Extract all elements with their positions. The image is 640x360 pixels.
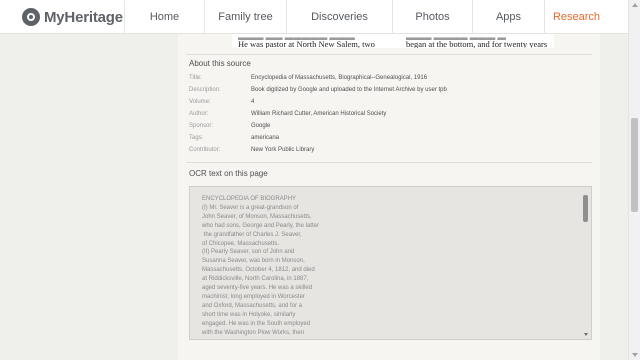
page-scrollbar[interactable] (628, 0, 640, 360)
logo-text: MyHeritage (44, 8, 123, 26)
source-details-panel: ▬▬▬ ▬▬ ▬▬▬▬▬ ▬▬▬ ▬▬▬ ▬▬▬▬ ▬▬▬ ▬ He was p… (178, 34, 600, 360)
meta-value: americana (251, 135, 280, 141)
nav-photos[interactable]: Photos (392, 0, 472, 34)
meta-value: 4 (251, 99, 255, 105)
divider-ocr (186, 162, 592, 163)
meta-key: Volume: (189, 99, 211, 105)
top-navigation-bar: MyHeritage Home Family tree Discoveries … (0, 0, 628, 34)
myheritage-logo[interactable]: MyHeritage (22, 8, 123, 26)
meta-value: Encyclopedia of Massachusetts, Biographi… (251, 75, 428, 81)
main-nav: Home Family tree Discoveries Photos Apps… (124, 0, 608, 34)
meta-value: New York Public Library (251, 147, 315, 153)
scroll-down-icon[interactable] (632, 353, 638, 357)
nav-apps[interactable]: Apps (472, 0, 544, 34)
ocr-scroll-down-icon[interactable] (584, 333, 588, 336)
ocr-scrollbar-thumb[interactable] (583, 195, 588, 222)
page-scrollbar-thumb[interactable] (631, 118, 638, 212)
meta-value: Book digitized by Google and uploaded to… (251, 87, 447, 93)
divider-top (186, 54, 592, 55)
nav-home[interactable]: Home (124, 0, 204, 34)
meta-value: William Richard Cutter, American Histori… (251, 111, 387, 117)
myheritage-logo-icon (22, 8, 40, 26)
ocr-heading: OCR text on this page (189, 169, 268, 178)
meta-key: Title: (189, 75, 202, 81)
scroll-up-icon[interactable] (632, 3, 638, 7)
nav-discoveries[interactable]: Discoveries (286, 0, 392, 34)
meta-key: Tags: (189, 135, 204, 141)
ocr-text-area[interactable]: ENCYCLOPEDIA OF BIOGRAPHY (I) Mr. Seaver… (189, 186, 592, 340)
meta-key: Sponsor: (189, 123, 214, 129)
nav-family-tree[interactable]: Family tree (204, 0, 286, 34)
meta-key: Description: (189, 87, 221, 93)
meta-key: Author: (189, 111, 209, 117)
meta-key: Contributor: (189, 147, 221, 153)
nav-research[interactable]: Research (544, 0, 608, 34)
document-image-preview: ▬▬▬ ▬▬ ▬▬▬▬▬ ▬▬▬ ▬▬▬ ▬▬▬▬ ▬▬▬ ▬ He was p… (232, 34, 554, 48)
about-source-heading: About this source (189, 59, 251, 68)
meta-value: Google (251, 123, 271, 129)
document-line-b1: began at the bottom, and for twenty year… (406, 39, 548, 48)
document-line-a1: He was pastor at North New Salem, two (238, 39, 375, 48)
ocr-text: ENCYCLOPEDIA OF BIOGRAPHY (I) Mr. Seaver… (202, 196, 319, 339)
